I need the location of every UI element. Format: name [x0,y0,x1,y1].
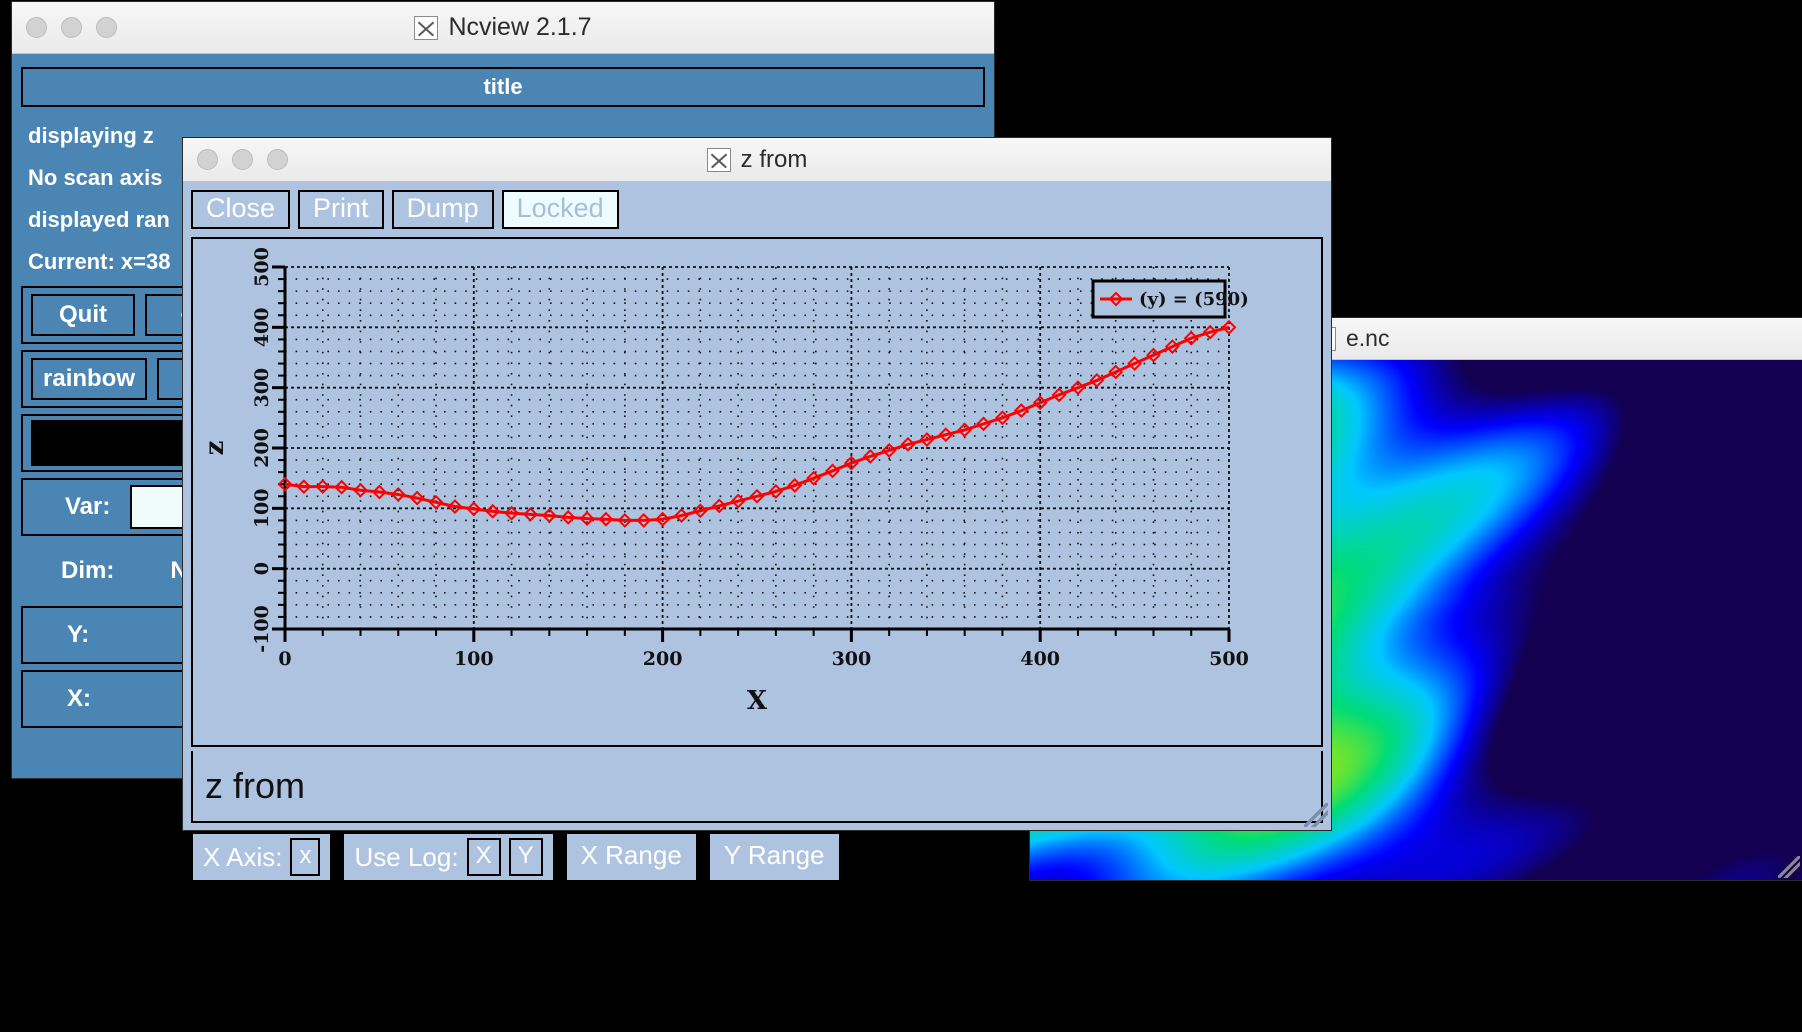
close-window-button[interactable] [197,149,218,170]
plot-window: z from Close Print Dump Locked -100 0 100 2… [183,138,1331,883]
maximize-window-button[interactable] [96,17,117,38]
plot-toolbar: Close Print Dump Locked [183,182,1331,235]
plot-window-title: z from [740,145,808,173]
use-log-label: Use Log: [354,841,459,872]
x-axis-value-button[interactable]: x [290,838,321,877]
svg-text:300: 300 [251,368,273,408]
plot-window-titlebar[interactable]: z from [183,138,1331,182]
var-label: Var: [65,493,111,520]
y-dim-label: Y: [67,621,90,648]
print-button[interactable]: Print [298,190,384,230]
use-log-x-toggle[interactable]: X [466,838,501,877]
locked-toggle-button[interactable]: Locked [501,190,619,230]
x-logo-icon [414,15,439,40]
window-controls[interactable] [26,17,117,38]
maximize-window-button[interactable] [267,149,288,170]
plot-caption: z from [205,765,306,807]
svg-text:300: 300 [832,648,872,670]
svg-text:400: 400 [251,308,273,348]
x-dim-label: X: [67,685,91,712]
plot-canvas[interactable]: -100 0 100 200 300 400 500 0 100 200 300 400 500 z X (y… [191,237,1323,748]
svg-text:100: 100 [251,489,273,529]
plot-window-controls[interactable] [197,149,288,170]
plot-resize-grip[interactable] [1304,803,1328,827]
x-axis-group: X Axis: x [191,832,333,883]
dump-button[interactable]: Dump [391,190,494,230]
svg-text:(y) = (590): (y) = (590) [1139,289,1249,310]
dim-label: Dim: [61,557,115,584]
ncview-title-field[interactable]: title [21,67,985,107]
image-window-title: e.nc [1346,325,1390,351]
svg-text:500: 500 [1209,648,1249,670]
colormap-button[interactable]: rainbow [31,358,148,400]
line-chart-svg: -10001002003004005000 100 200 300 400 500zX(y… [200,248,1249,717]
svg-text:400: 400 [1020,648,1060,670]
svg-text:-100: -100 [251,606,273,654]
plot-titlebar-center: z from [183,146,1331,174]
svg-text:z: z [200,441,230,456]
y-range-button[interactable]: Y Range [707,832,841,883]
svg-text:200: 200 [251,429,273,469]
use-log-group: Use Log: X Y [342,832,555,883]
svg-text:200: 200 [643,648,683,670]
titlebar-center: Ncview 2.1.7 [12,13,994,42]
svg-text:100: 100 [454,648,494,670]
plot-bottom-bar: X Axis: x Use Log: X Y X Range Y Range [183,823,1331,883]
svg-text:0: 0 [251,562,273,575]
minimize-window-button[interactable] [232,149,253,170]
close-button[interactable]: Close [191,190,291,230]
quit-button[interactable]: Quit [31,294,135,336]
svg-text:X: X [747,686,768,716]
close-window-button[interactable] [26,17,47,38]
x-range-button[interactable]: X Range [564,832,698,883]
plot-caption-bar: z from [191,751,1323,824]
svg-text:0: 0 [278,648,291,670]
svg-text:500: 500 [251,248,273,288]
minimize-window-button[interactable] [61,17,82,38]
x-logo-icon [706,147,731,172]
ncview-window-title: Ncview 2.1.7 [448,13,592,41]
resize-grip-handle[interactable] [1778,856,1800,878]
screen-root: Ncview 2.1.7 title displaying z No scan … [0,0,1802,1032]
ncview-titlebar[interactable]: Ncview 2.1.7 [12,2,994,54]
use-log-y-toggle[interactable]: Y [508,838,543,877]
x-axis-label: X Axis: [203,841,283,872]
